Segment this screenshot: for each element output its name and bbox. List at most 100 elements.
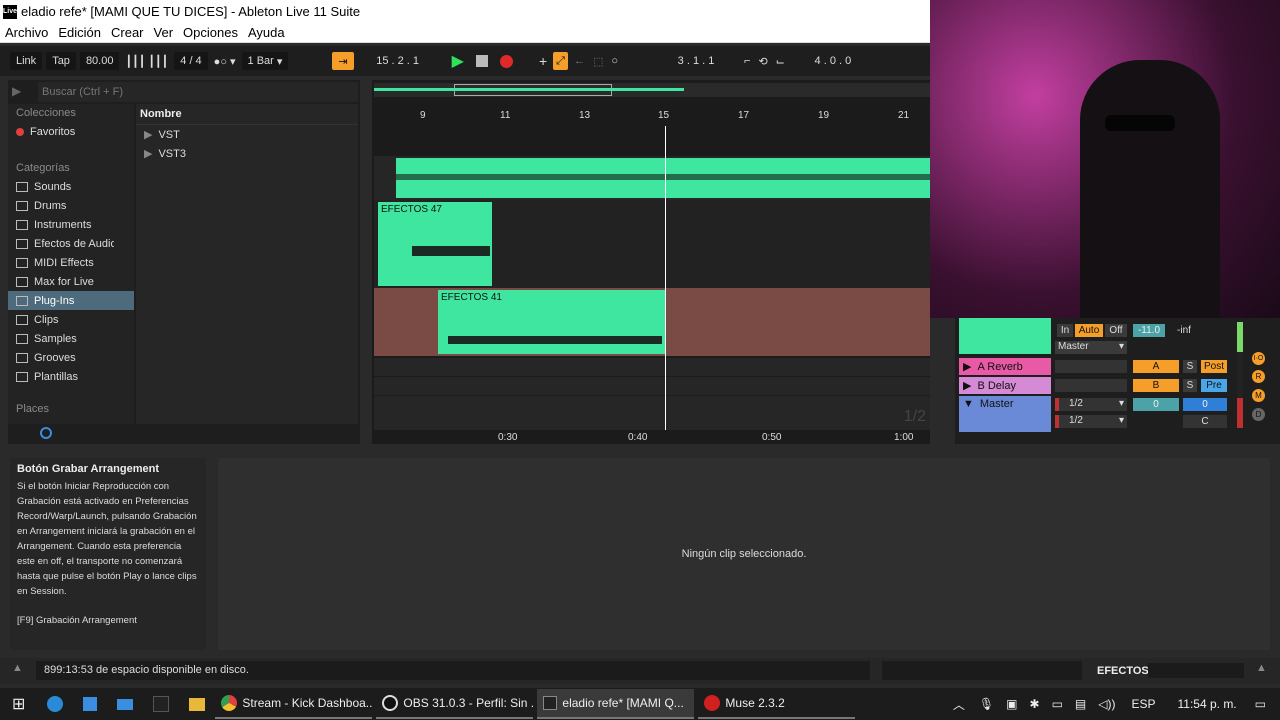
sidebar-item-plantillas[interactable]: Plantillas bbox=[8, 367, 134, 386]
monitor-in-button[interactable]: In bbox=[1057, 324, 1073, 337]
send-b-button[interactable]: B bbox=[1133, 379, 1179, 392]
file-explorer-icon[interactable] bbox=[189, 697, 206, 711]
loop-start-field[interactable]: 3 . 1 . 1 bbox=[654, 52, 739, 70]
volume-field[interactable]: -11.0 bbox=[1133, 324, 1165, 337]
sidebar-item-clips[interactable]: Clips bbox=[8, 310, 134, 329]
master-track[interactable]: ▼ Master bbox=[959, 396, 1051, 432]
expand-arrow-icon[interactable]: ▶ bbox=[144, 128, 152, 141]
volume-b-field[interactable]: 0 bbox=[1183, 398, 1227, 411]
time-signature-field[interactable]: 4 / 4 bbox=[174, 52, 208, 70]
overdub-icon[interactable]: + bbox=[539, 53, 547, 69]
list-item-vst[interactable]: ▶ VST bbox=[136, 125, 358, 144]
preview-icon[interactable] bbox=[40, 427, 52, 439]
microphone-icon[interactable]: 🎙 bbox=[979, 697, 994, 711]
network-icon[interactable]: ▤ bbox=[1075, 697, 1086, 711]
ratio-select-2[interactable]: 1/2 ▾ bbox=[1055, 415, 1127, 428]
list-item-vst3[interactable]: ▶ VST3 bbox=[136, 144, 358, 163]
column-header-name[interactable]: Nombre bbox=[136, 104, 358, 125]
detail-toggle-icon[interactable]: ▲ bbox=[1256, 662, 1267, 674]
menu-ayuda[interactable]: Ayuda bbox=[243, 25, 290, 40]
track-lane-2[interactable]: EFECTOS 47 bbox=[374, 200, 930, 288]
mail-icon[interactable] bbox=[117, 698, 134, 710]
stop-icon[interactable] bbox=[475, 55, 488, 67]
return-track-b[interactable]: ▶ B Delay bbox=[959, 377, 1051, 394]
song-position-field[interactable]: 15 . 2 . 1 bbox=[357, 52, 438, 70]
post-button[interactable]: Post bbox=[1201, 360, 1227, 373]
sidebar-item-plug-ins[interactable]: Plug-Ins bbox=[8, 291, 134, 310]
returns-toggle-icon[interactable]: R bbox=[1252, 370, 1265, 383]
menu-opciones[interactable]: Opciones bbox=[178, 25, 243, 40]
sidebar-item-midi-effects[interactable]: MIDI Effects bbox=[8, 253, 134, 272]
send-b-field[interactable] bbox=[1055, 379, 1127, 392]
taskbar-item-chrome[interactable]: Stream - Kick Dashboa... bbox=[215, 689, 373, 719]
audio-clip-efectos-47[interactable]: EFECTOS 47 bbox=[378, 202, 492, 286]
io-toggle-icon[interactable]: I·O bbox=[1252, 352, 1265, 365]
quantization-select[interactable]: 1 Bar ▾ bbox=[241, 52, 289, 70]
ableton-live-icon[interactable] bbox=[153, 696, 170, 712]
taskbar-item-muse[interactable]: Muse 2.3.2 bbox=[698, 689, 856, 719]
overview-bar[interactable] bbox=[374, 83, 930, 97]
sidebar-item-audio-effects[interactable]: Efectos de Audio bbox=[8, 234, 134, 253]
volume-a-field[interactable]: 0 bbox=[1133, 398, 1179, 411]
follow-button-icon[interactable]: ⇥ bbox=[332, 52, 354, 70]
taskbar-item-ableton[interactable]: eladio refe* [MAMI Q... bbox=[537, 689, 695, 719]
menu-edicion[interactable]: Edición bbox=[53, 25, 106, 40]
session-record-icon[interactable]: ○ bbox=[611, 55, 618, 67]
tempo-field[interactable]: 80.00 bbox=[79, 52, 120, 70]
automation-arm-icon[interactable]: ⤢ bbox=[553, 52, 568, 70]
track-fold-icon[interactable]: ▼ bbox=[963, 398, 974, 410]
store-icon[interactable] bbox=[83, 697, 98, 711]
pre-button[interactable]: Pre bbox=[1201, 379, 1227, 392]
punch-in-icon[interactable]: ⌐ bbox=[744, 55, 750, 67]
menu-crear[interactable]: Crear bbox=[106, 25, 149, 40]
battery-icon[interactable]: ▭ bbox=[1052, 697, 1063, 711]
send-a-button[interactable]: A bbox=[1133, 360, 1179, 373]
back-to-arrangement-icon[interactable]: ← bbox=[574, 55, 585, 67]
bluetooth-icon[interactable]: ✱ bbox=[1030, 697, 1040, 711]
sidebar-item-instruments[interactable]: Instruments bbox=[8, 215, 134, 234]
sidebar-item-grooves[interactable]: Grooves bbox=[8, 348, 134, 367]
punch-out-icon[interactable]: ⌙ bbox=[776, 55, 785, 68]
windows-start-icon[interactable]: ⊞ bbox=[12, 694, 25, 714]
delay-toggle-icon[interactable]: D bbox=[1252, 408, 1265, 421]
sidebar-item-drums[interactable]: Drums bbox=[8, 196, 134, 215]
sidebar-item-samples[interactable]: Samples bbox=[8, 329, 134, 348]
loop-length-field[interactable]: 4 . 0 . 0 bbox=[790, 52, 875, 70]
info-toggle-icon[interactable]: ▲ bbox=[12, 662, 23, 674]
monitor-off-button[interactable]: Off bbox=[1105, 324, 1127, 337]
volume-icon[interactable]: ◁)) bbox=[1098, 697, 1115, 711]
monitor-auto-button[interactable]: Auto bbox=[1075, 324, 1103, 337]
clock[interactable]: 11:54 p. m. bbox=[1178, 697, 1237, 711]
taskbar-item-obs[interactable]: OBS 31.0.3 - Perfil: Sin ... bbox=[376, 689, 534, 719]
solo-a-button[interactable]: S bbox=[1183, 360, 1197, 373]
track-fold-icon[interactable]: ▶ bbox=[963, 360, 971, 373]
expand-arrow-icon[interactable]: ▶ bbox=[144, 147, 152, 160]
tap-button[interactable]: Tap bbox=[46, 52, 76, 70]
detail-view[interactable]: Ningún clip seleccionado. bbox=[218, 458, 1270, 650]
output-select[interactable]: Master ▾ bbox=[1055, 341, 1127, 354]
track-lane-1[interactable] bbox=[374, 156, 930, 200]
return-lane-a[interactable] bbox=[374, 358, 930, 376]
ratio-select-1[interactable]: 1/2 ▾ bbox=[1055, 398, 1127, 411]
menu-archivo[interactable]: Archivo bbox=[0, 25, 53, 40]
webcam-icon[interactable]: ▣ bbox=[1006, 697, 1017, 711]
play-icon[interactable]: ▶ bbox=[452, 51, 464, 71]
metronome-icon[interactable]: ●○ ▾ bbox=[214, 55, 236, 68]
show-hidden-icons-icon[interactable]: ︿ bbox=[953, 696, 965, 713]
capture-icon[interactable]: ⬚ bbox=[593, 55, 603, 68]
send-a-field[interactable] bbox=[1055, 360, 1127, 373]
sidebar-item-favoritos[interactable]: Favoritos bbox=[8, 122, 134, 141]
link-button[interactable]: Link bbox=[10, 52, 43, 70]
return-track-a[interactable]: ▶ A Reverb bbox=[959, 358, 1051, 375]
mixer-toggle-icon[interactable]: M bbox=[1252, 389, 1265, 402]
return-lane-b[interactable] bbox=[374, 377, 930, 395]
selected-track-name[interactable]: EFECTOS bbox=[1097, 665, 1149, 677]
sidebar-item-max-for-live[interactable]: Max for Live bbox=[8, 272, 134, 291]
loop-switch-icon[interactable]: ⟲ bbox=[758, 55, 767, 68]
nudge-icon[interactable]: ┃┃┃ ┃┃┃ bbox=[125, 55, 168, 68]
track-lane-3[interactable]: EFECTOS 41 bbox=[374, 288, 930, 356]
track-color-strip[interactable] bbox=[959, 318, 1051, 354]
browser-toggle-icon[interactable]: ▶ bbox=[12, 84, 21, 98]
edge-icon[interactable] bbox=[47, 696, 64, 712]
language-indicator[interactable]: ESP bbox=[1131, 697, 1155, 711]
